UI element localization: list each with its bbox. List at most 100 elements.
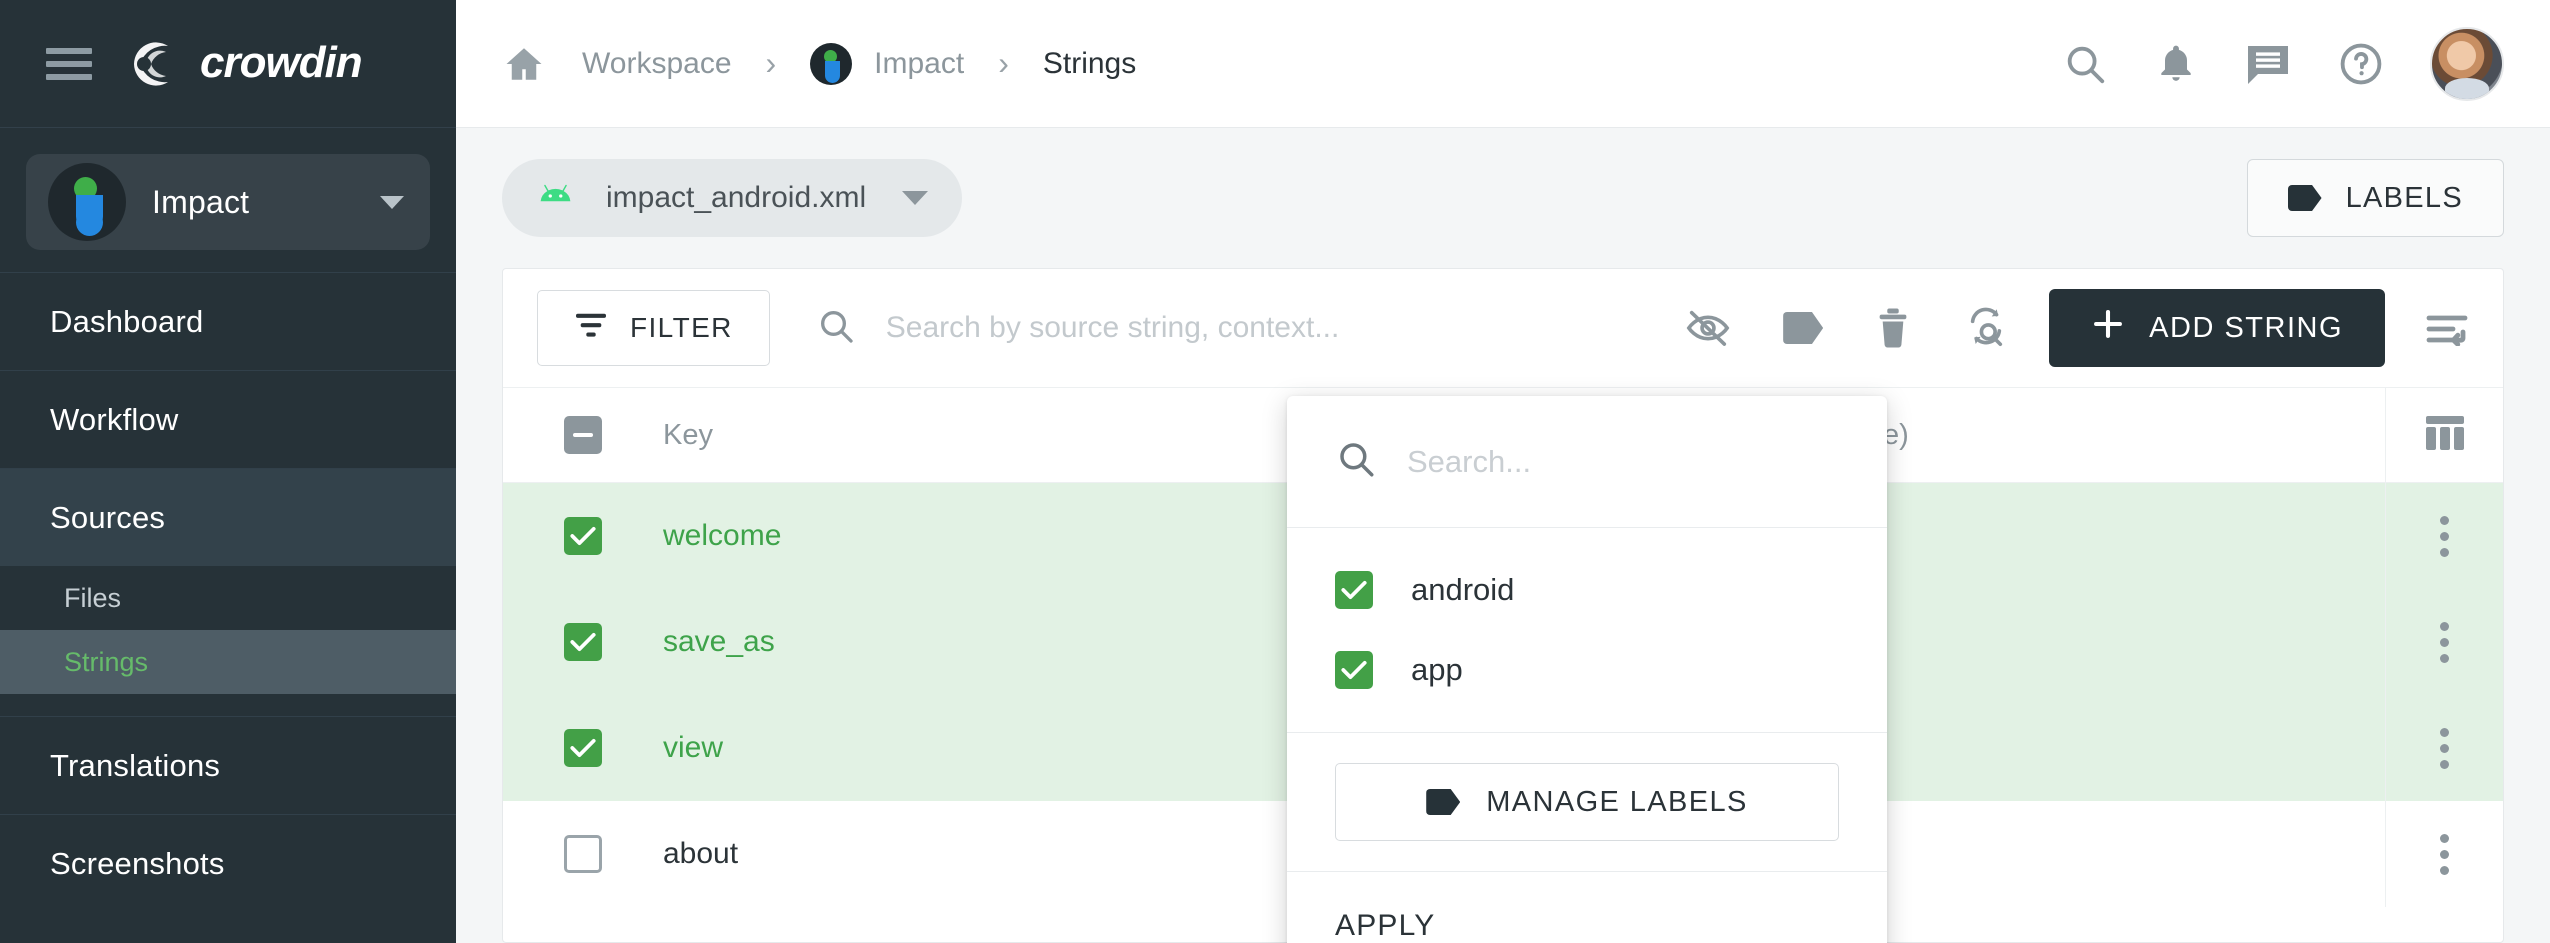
kebab-menu-icon: [2440, 728, 2449, 769]
home-icon[interactable]: [502, 43, 546, 85]
hamburger-icon[interactable]: [46, 48, 92, 80]
select-all-checkbox[interactable]: [564, 416, 602, 454]
sidebar-item-files[interactable]: Files: [0, 566, 456, 630]
kebab-menu-icon: [2440, 834, 2449, 875]
apply-button[interactable]: APPLY: [1287, 872, 1887, 943]
table-toolbar: FILTER: [503, 269, 2503, 387]
labels-button[interactable]: LABELS: [2247, 159, 2504, 237]
crowdin-logo[interactable]: crowdin: [124, 35, 460, 93]
row-menu[interactable]: [2385, 483, 2503, 589]
labels-button-label: LABELS: [2346, 182, 2463, 215]
row-menu[interactable]: [2385, 695, 2503, 801]
search-area: [816, 306, 1685, 351]
labels-popup: android app MANAGE LABELS APPLY: [1287, 396, 1887, 943]
project-selector[interactable]: Impact: [26, 154, 430, 250]
top-bar-actions: [2062, 27, 2504, 101]
chevron-down-icon: [902, 191, 928, 205]
row-menu[interactable]: [2385, 801, 2503, 907]
search-icon: [1335, 438, 1377, 485]
row-select-cell: [503, 835, 663, 873]
sidebar-nav: Dashboard Workflow Sources Files Strings…: [0, 272, 456, 912]
help-icon[interactable]: [2338, 41, 2384, 87]
filter-button[interactable]: FILTER: [537, 290, 770, 366]
row-checkbox[interactable]: [564, 517, 602, 555]
plus-icon: [2091, 307, 2125, 349]
hide-icon[interactable]: [1685, 308, 1731, 348]
tag-icon[interactable]: [1783, 312, 1823, 344]
kebab-menu-icon: [2440, 622, 2449, 663]
project-avatar-icon: [810, 43, 852, 85]
row-checkbox[interactable]: [564, 623, 602, 661]
column-header-key[interactable]: Key: [663, 419, 1223, 452]
manage-labels-label: MANAGE LABELS: [1486, 786, 1748, 819]
labels-list: android app: [1287, 528, 1887, 733]
file-bar: impact_android.xml LABELS: [456, 128, 2550, 268]
row-checkbox[interactable]: [564, 835, 602, 873]
label-name: app: [1411, 652, 1463, 688]
manage-labels-button[interactable]: MANAGE LABELS: [1335, 763, 1839, 841]
breadcrumb: Workspace › Impact › Strings: [502, 43, 1136, 85]
row-key: welcome: [663, 519, 1223, 553]
crowdin-wordmark: crowdin: [200, 40, 460, 88]
search-input[interactable]: [886, 311, 1685, 345]
chat-icon[interactable]: [2244, 42, 2292, 86]
sidebar-item-strings[interactable]: Strings: [0, 630, 456, 694]
label-name: android: [1411, 572, 1514, 608]
svg-text:crowdin: crowdin: [200, 40, 362, 87]
labels-search-area: [1287, 396, 1887, 528]
labels-popup-footer: MANAGE LABELS: [1287, 733, 1887, 872]
project-avatar-icon: [48, 163, 126, 241]
project-name: Impact: [152, 184, 249, 221]
add-string-label: ADD STRING: [2149, 312, 2343, 345]
row-key: view: [663, 731, 1223, 765]
sidebar-item-label: Dashboard: [50, 304, 203, 340]
tag-icon: [1426, 789, 1460, 815]
bell-icon[interactable]: [2154, 41, 2198, 87]
sidebar-item-sources[interactable]: Sources: [0, 468, 456, 566]
sidebar-item-dashboard[interactable]: Dashboard: [0, 272, 456, 370]
sidebar-item-screenshots[interactable]: Screenshots: [0, 814, 456, 912]
row-select-cell: [503, 729, 663, 767]
search-icon[interactable]: [2062, 41, 2108, 87]
sidebar-item-workflow[interactable]: Workflow: [0, 370, 456, 468]
select-all-cell: [503, 416, 663, 454]
row-key: about: [663, 837, 1223, 871]
toolbar-icons: [1685, 307, 2009, 349]
avatar[interactable]: [2430, 27, 2504, 101]
app-root: crowdin Impact Dashboard Workflow Source…: [0, 0, 2550, 943]
file-selector[interactable]: impact_android.xml: [502, 159, 962, 237]
label-option-android[interactable]: android: [1287, 550, 1887, 630]
filter-icon: [574, 310, 608, 347]
sidebar: crowdin Impact Dashboard Workflow Source…: [0, 0, 456, 943]
labels-search-input[interactable]: [1407, 444, 1839, 480]
delete-icon[interactable]: [1875, 307, 1911, 349]
breadcrumb-strings: Strings: [1043, 47, 1136, 81]
label-checkbox[interactable]: [1335, 651, 1373, 689]
row-select-cell: [503, 517, 663, 555]
sidebar-item-label: Translations: [50, 748, 220, 784]
add-string-button[interactable]: ADD STRING: [2049, 289, 2385, 367]
sidebar-spacer: [0, 694, 456, 716]
table-columns-settings[interactable]: [2385, 388, 2503, 482]
sidebar-item-label: Sources: [50, 500, 165, 536]
kebab-menu-icon: [2440, 516, 2449, 557]
row-menu[interactable]: [2385, 589, 2503, 695]
sidebar-item-label: Strings: [64, 647, 148, 678]
label-checkbox[interactable]: [1335, 571, 1373, 609]
search-icon: [816, 306, 856, 351]
row-select-cell: [503, 623, 663, 661]
find-replace-icon[interactable]: [1963, 307, 2009, 349]
crowdin-mark-icon: [124, 35, 186, 93]
columns-settings-icon[interactable]: [2425, 310, 2469, 346]
sidebar-item-label: Screenshots: [50, 846, 225, 882]
apply-label: APPLY: [1335, 909, 1436, 943]
row-checkbox[interactable]: [564, 729, 602, 767]
row-key: save_as: [663, 625, 1223, 659]
breadcrumb-workspace[interactable]: Workspace: [582, 47, 732, 81]
sidebar-item-translations[interactable]: Translations: [0, 716, 456, 814]
breadcrumb-impact[interactable]: Impact: [874, 47, 964, 81]
breadcrumb-separator: ›: [998, 45, 1009, 82]
tag-icon: [2288, 185, 2322, 211]
sidebar-item-label: Files: [64, 583, 121, 614]
label-option-app[interactable]: app: [1287, 630, 1887, 710]
